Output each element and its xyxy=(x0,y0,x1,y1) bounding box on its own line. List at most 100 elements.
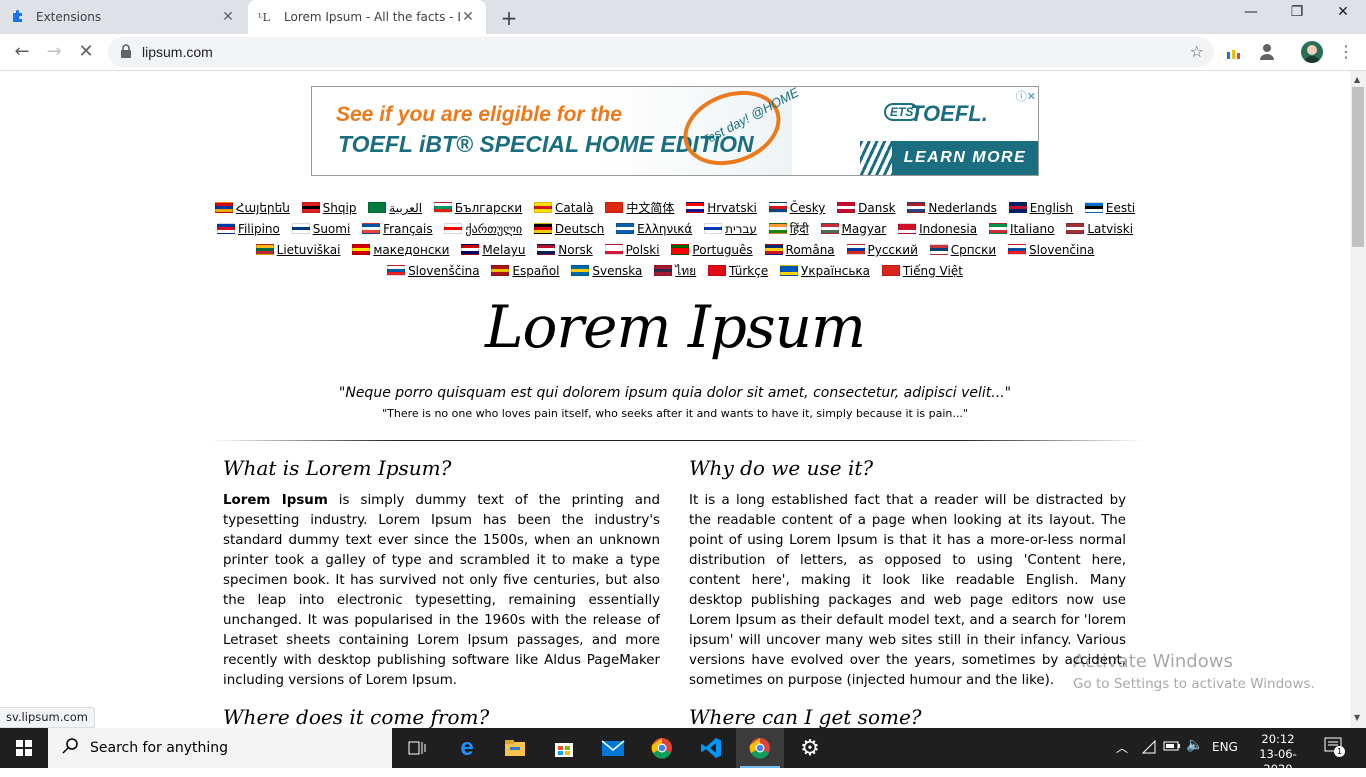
language-name[interactable]: Türkçe xyxy=(729,264,768,278)
language-link[interactable]: Filipino xyxy=(216,219,280,240)
maximize-button[interactable]: ❐ xyxy=(1274,4,1320,28)
language-link[interactable]: Հայերեն xyxy=(214,198,290,219)
language-name[interactable]: Ελληνικά xyxy=(637,222,692,236)
extension-icon[interactable] xyxy=(1226,46,1242,59)
language-link[interactable]: Српски xyxy=(929,240,997,261)
language-name[interactable]: Español xyxy=(512,264,559,278)
tab-extensions[interactable]: Extensions ✕ xyxy=(0,0,246,34)
chevron-up-icon[interactable]: ︿ xyxy=(1116,739,1128,756)
taskbar-search[interactable]: Search for anything xyxy=(48,728,392,768)
language-link[interactable]: Česky xyxy=(768,198,826,219)
battery-icon[interactable] xyxy=(1163,740,1181,755)
language-link[interactable]: English xyxy=(1008,198,1073,219)
language-link[interactable]: ქართული xyxy=(444,219,522,240)
address-bar[interactable]: lipsum.com ☆ xyxy=(108,37,1214,67)
language-link[interactable]: Pусский xyxy=(846,240,918,261)
language-name[interactable]: Slovenčina xyxy=(1029,243,1094,257)
language-name[interactable]: Հայերեն xyxy=(236,201,290,215)
close-tab-icon[interactable]: ✕ xyxy=(460,9,476,25)
language-link[interactable]: Lietuviškai xyxy=(255,240,341,261)
language-name[interactable]: ქართული xyxy=(465,222,522,236)
adchoices-icon[interactable]: ⓘ✕ xyxy=(1016,88,1036,104)
scroll-up-icon[interactable]: ▲ xyxy=(1354,75,1360,84)
volume-icon[interactable]: 🔈 xyxy=(1186,737,1203,753)
back-button[interactable]: ← xyxy=(10,40,34,64)
language-link[interactable]: हिंदी xyxy=(768,219,809,240)
language-link[interactable]: Українська xyxy=(780,261,870,282)
language-link[interactable]: ‫العربية xyxy=(368,198,422,219)
language-name[interactable]: Suomi xyxy=(313,222,351,236)
store-icon[interactable] xyxy=(540,728,588,768)
language-link[interactable]: македонски xyxy=(352,240,449,261)
language-link[interactable]: Català xyxy=(534,198,594,219)
language-link[interactable]: Polski xyxy=(604,240,660,261)
notification-icon[interactable]: 1 xyxy=(1324,736,1345,759)
language-name[interactable]: Lietuviškai xyxy=(277,243,341,257)
language-link[interactable]: Hrvatski xyxy=(686,198,757,219)
language-name[interactable]: Româna xyxy=(786,243,835,257)
language-name[interactable]: Български xyxy=(455,201,522,215)
language-link[interactable]: Français xyxy=(362,219,433,240)
language-name[interactable]: Polski xyxy=(626,243,660,257)
language-name[interactable]: македонски xyxy=(373,243,449,257)
network-icon[interactable] xyxy=(1141,739,1156,757)
language-link[interactable]: Dansk xyxy=(837,198,896,219)
language-name[interactable]: Melayu xyxy=(482,243,525,257)
language-name[interactable]: Eesti xyxy=(1106,201,1135,215)
chrome-active-icon[interactable] xyxy=(736,728,784,768)
language-name[interactable]: Česky xyxy=(790,201,826,215)
language-name[interactable]: Norsk xyxy=(558,243,592,257)
language-link[interactable]: ไทย xyxy=(654,261,696,282)
scrollbar-thumb[interactable] xyxy=(1352,87,1364,247)
language-link[interactable]: Latviski xyxy=(1066,219,1133,240)
mail-icon[interactable] xyxy=(589,728,637,768)
language-name[interactable]: Dansk xyxy=(858,201,895,215)
language-link[interactable]: Norsk xyxy=(537,240,593,261)
close-window-button[interactable]: ✕ xyxy=(1320,4,1366,28)
language-name[interactable]: Magyar xyxy=(842,222,887,236)
language-name[interactable]: Català xyxy=(555,201,593,215)
bookmark-star-icon[interactable]: ☆ xyxy=(1190,42,1204,61)
language-name[interactable]: ‫עברית xyxy=(725,222,757,236)
language-name[interactable]: English xyxy=(1030,201,1073,215)
language-link[interactable]: Deutsch xyxy=(533,219,604,240)
file-explorer-icon[interactable] xyxy=(491,728,539,768)
language-link[interactable]: Româna xyxy=(764,240,835,261)
page-scrollbar[interactable]: ▲ ▼ xyxy=(1350,71,1366,728)
language-name[interactable]: Italiano xyxy=(1010,222,1055,236)
language-name[interactable]: Deutsch xyxy=(555,222,604,236)
language-link[interactable]: Tiếng Việt xyxy=(881,261,963,282)
language-link[interactable]: Magyar xyxy=(820,219,887,240)
settings-icon[interactable]: ⚙ xyxy=(786,728,834,768)
language-link[interactable]: 中文简体 xyxy=(605,198,674,219)
language-link[interactable]: Italiano xyxy=(988,219,1055,240)
language-name[interactable]: Indonesia xyxy=(919,222,977,236)
url-text[interactable]: lipsum.com xyxy=(142,44,213,60)
edge-icon[interactable]: e xyxy=(443,728,491,768)
stop-loading-button[interactable]: ✕ xyxy=(74,40,98,64)
language-link[interactable]: ‫עברית xyxy=(704,219,757,240)
language-link[interactable]: Suomi xyxy=(291,219,351,240)
language-name[interactable]: Filipino xyxy=(238,222,280,236)
language-link[interactable]: Nederlands xyxy=(907,198,997,219)
chrome-icon[interactable] xyxy=(638,728,686,768)
language-name[interactable]: Shqip xyxy=(323,201,357,215)
close-tab-icon[interactable]: ✕ xyxy=(220,9,236,25)
language-name[interactable]: Українська xyxy=(801,264,870,278)
language-name[interactable]: Tiếng Việt xyxy=(903,264,963,278)
language-name[interactable]: Hrvatski xyxy=(707,201,757,215)
language-name[interactable]: Pусский xyxy=(868,243,918,257)
language-link[interactable]: Svenska xyxy=(571,261,642,282)
language-link[interactable]: Slovenščina xyxy=(387,261,480,282)
language-name[interactable]: Latviski xyxy=(1087,222,1133,236)
tab-lipsum[interactable]: ᴸL Lorem Ipsum - All the facts - Lipsum … xyxy=(248,0,486,34)
language-name[interactable]: ‫العربية xyxy=(389,201,422,215)
language-link[interactable]: Español xyxy=(491,261,560,282)
language-name[interactable]: Српски xyxy=(951,243,997,257)
language-link[interactable]: Slovenčina xyxy=(1008,240,1094,261)
language-indicator[interactable]: ENG xyxy=(1212,740,1238,754)
language-link[interactable]: Български xyxy=(433,198,522,219)
language-name[interactable]: Slovenščina xyxy=(408,264,480,278)
language-link[interactable]: Eesti xyxy=(1084,198,1135,219)
language-name[interactable]: Nederlands xyxy=(928,201,996,215)
